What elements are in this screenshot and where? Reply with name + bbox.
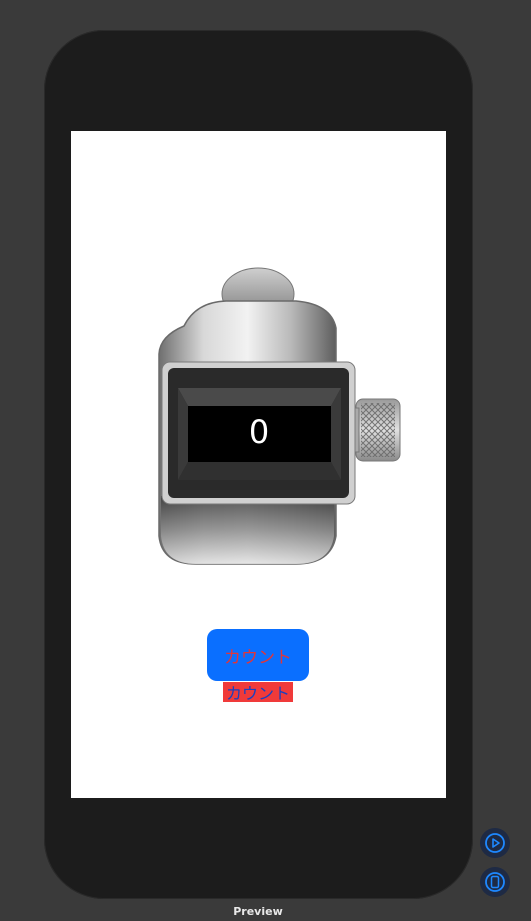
count-label: カウント [223,682,293,703]
play-circle-icon [485,833,505,853]
counter-value: 0 [248,413,270,451]
device-screen: 0 カウント カウント [71,131,446,798]
xcode-preview-canvas: 0 カウント カウント Preview [0,0,531,921]
count-button[interactable]: カウント [207,629,309,681]
device-icon [485,872,505,892]
device-settings-button[interactable] [480,867,510,897]
preview-label: Preview [233,905,283,918]
live-preview-button[interactable] [480,828,510,858]
